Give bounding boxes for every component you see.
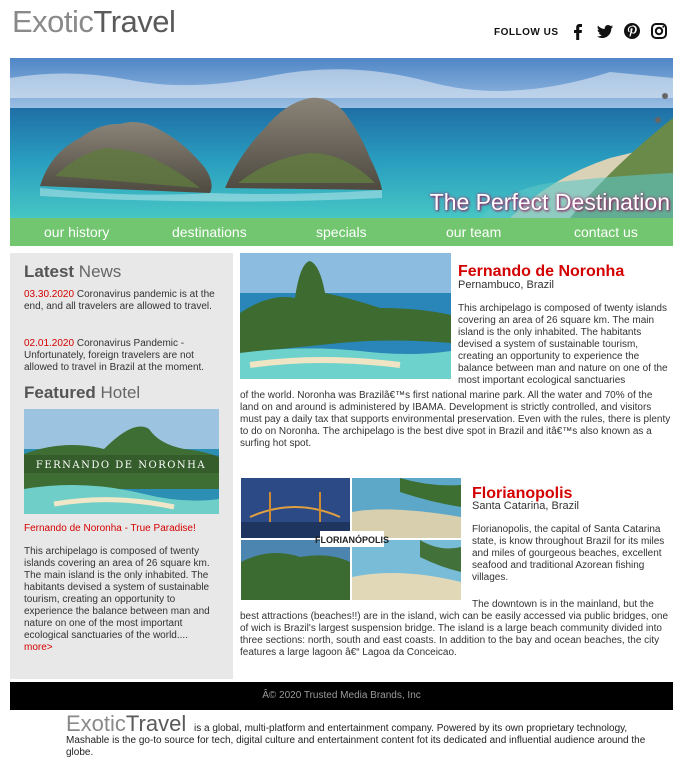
article-fernando-image[interactable] <box>240 253 451 379</box>
news-item: 03.30.2020 Coronavirus pandemic is at th… <box>24 289 224 313</box>
hotel-text-body: This archipelago is composed of twenty i… <box>24 546 210 641</box>
instagram-icon[interactable] <box>648 20 670 42</box>
hero-banner: The Perfect Destination <box>10 58 673 218</box>
featured-hotel-caption[interactable]: Fernando de Noronha - True Paradise! <box>24 523 196 534</box>
footer-about-text: is a global, multi-platform and entertai… <box>66 723 646 759</box>
florianopolis-image-label: FLORIANÓPOLIS <box>315 534 389 545</box>
copyright-text: Â© 2020 Trusted Media Brands, Inc <box>262 690 421 701</box>
article-body-full: of the world. Noronha was Brazilâ€™s fir… <box>240 390 671 449</box>
latest-news-heading-bold: Latest <box>24 262 75 281</box>
nav-destinations[interactable]: destinations <box>172 224 247 240</box>
latest-news-heading: Latest News <box>24 262 121 282</box>
news-date: 03.30.2020 <box>24 289 75 300</box>
twitter-icon[interactable] <box>594 20 616 42</box>
hero-title: The Perfect Destination <box>429 189 670 215</box>
nav-specials[interactable]: specials <box>316 224 367 240</box>
news-item: 02.01.2020 Coronavirus Pandemic - Unfort… <box>24 338 224 374</box>
article-subtitle: Pernambuco, Brazil <box>458 279 554 291</box>
featured-hotel-heading-rest: Hotel <box>95 383 141 402</box>
sidebar: Latest News 03.30.2020 Coronavirus pande… <box>10 253 233 679</box>
logo-exotic: Exotic <box>12 4 94 39</box>
news-date: 02.01.2020 <box>24 338 75 349</box>
nav-contact-us[interactable]: contact us <box>574 224 638 240</box>
footer-bar: Â© 2020 Trusted Media Brands, Inc <box>10 682 673 710</box>
site-logo[interactable]: ExoticTravel <box>12 4 176 40</box>
latest-news-heading-rest: News <box>74 262 122 281</box>
hotel-more-link[interactable]: more> <box>24 642 53 653</box>
main-nav: our history destinations specials our te… <box>10 218 673 246</box>
article-body-side: Florianopolis, the capital of Santa Cata… <box>472 524 665 583</box>
florianopolis-image-art: FLORIANÓPOLIS <box>240 477 462 601</box>
pinterest-icon[interactable] <box>621 20 643 42</box>
nav-our-team[interactable]: our team <box>446 224 501 240</box>
article-subtitle: Santa Catarina, Brazil <box>472 500 579 512</box>
follow-us-label: FOLLOW US <box>494 27 559 38</box>
footer-about-body: is a global, multi-platform and entertai… <box>66 723 646 758</box>
featured-hotel-heading-bold: Featured <box>24 383 96 402</box>
article-body-side: This archipelago is composed of twenty i… <box>458 303 668 386</box>
article-body-side2: The downtown is in the mainland, but the <box>472 599 654 610</box>
article-body-full: best attractions (beaches!!) are in the … <box>240 611 669 658</box>
featured-hotel-heading: Featured Hotel <box>24 383 140 403</box>
featured-hotel-description: This archipelago is composed of twenty i… <box>24 546 224 654</box>
logo-travel: Travel <box>93 4 176 39</box>
featured-hotel-image[interactable]: FERNANDO DE NORONHA <box>24 409 219 514</box>
facebook-icon[interactable] <box>567 20 589 42</box>
article-florianopolis-image[interactable]: FLORIANÓPOLIS <box>240 477 462 601</box>
nav-our-history[interactable]: our history <box>44 224 109 240</box>
hotel-image-title: FERNANDO DE NORONHA <box>36 460 206 471</box>
fernando-image-art <box>240 253 451 379</box>
hotel-image-art: FERNANDO DE NORONHA <box>24 409 219 514</box>
